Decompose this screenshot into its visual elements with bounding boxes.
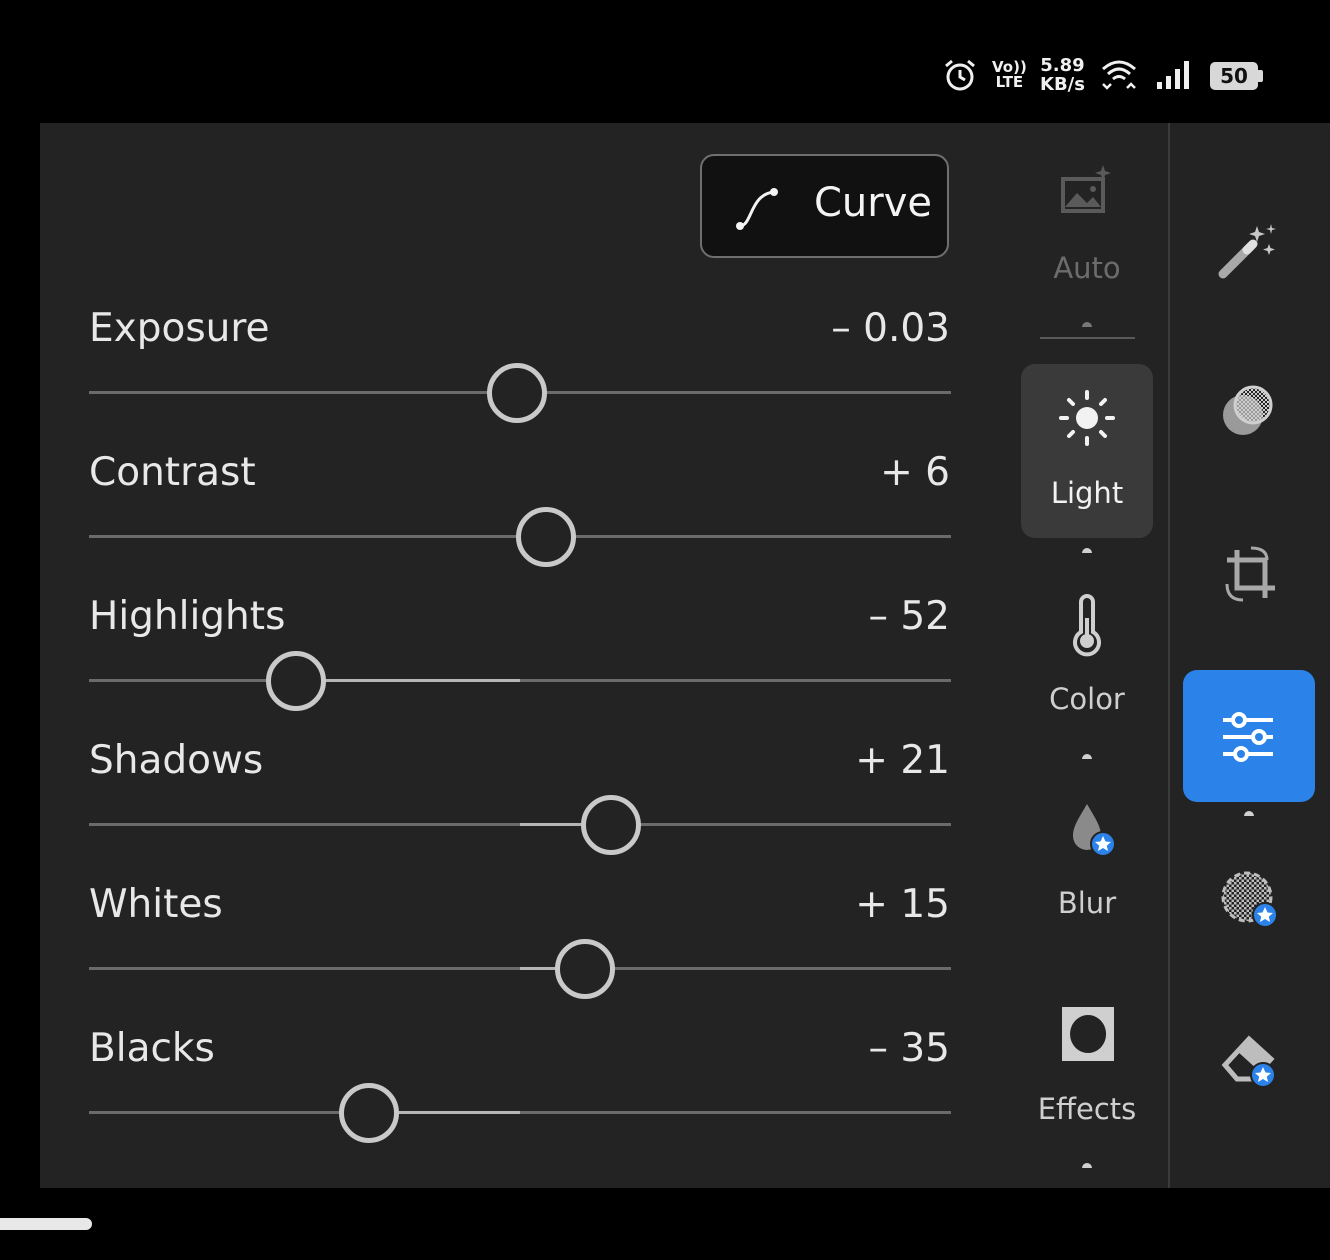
whites-label: Whites [89, 882, 223, 927]
tool-auto[interactable]: Auto [1021, 155, 1153, 295]
thermometer-icon [1073, 594, 1101, 657]
curve-button[interactable]: Curve [700, 154, 949, 258]
auto-indicator-dot [1082, 322, 1092, 327]
vignette-icon [1062, 1007, 1114, 1061]
rail-edit-sliders[interactable] [1183, 670, 1315, 802]
curve-button-label: Curve [814, 180, 933, 226]
home-indicator[interactable] [0, 1218, 92, 1230]
whites-slider-knob[interactable] [554, 939, 615, 999]
auto-divider [1040, 337, 1135, 339]
healing-premium-icon [1221, 871, 1278, 928]
highlights-value[interactable]: – 52 [868, 594, 950, 639]
network-speed: 5.89 KB/s [1040, 55, 1085, 95]
rail-active-indicator-dot [1244, 811, 1254, 816]
sun-icon [1059, 390, 1115, 446]
blacks-slider-knob[interactable] [339, 1083, 400, 1143]
contrast-label: Contrast [89, 450, 256, 495]
tool-blur[interactable]: Blur [1021, 800, 1153, 930]
contrast-value[interactable]: + 6 [880, 450, 950, 495]
highlights-label: Highlights [89, 594, 286, 639]
panel-divider [1168, 123, 1170, 1188]
eraser-premium-icon [1221, 1035, 1276, 1088]
battery-icon: 50 [1210, 62, 1258, 90]
drop-premium-icon [1073, 804, 1116, 857]
tool-color[interactable]: Color [1021, 590, 1153, 730]
effects-indicator-dot [1082, 1163, 1092, 1168]
tool-color-label: Color [1049, 682, 1125, 716]
shadows-label: Shadows [89, 738, 264, 783]
volte-indicator: Vo)) LTE [992, 58, 1027, 91]
edit-sliders-icon [1223, 712, 1273, 762]
masking-icon [1223, 385, 1273, 435]
light-indicator-dot [1082, 548, 1092, 553]
exposure-value[interactable]: – 0.03 [831, 306, 950, 351]
tool-light-label: Light [1050, 476, 1124, 510]
blacks-slider-track[interactable] [89, 1111, 951, 1114]
highlights-slider-track[interactable] [89, 679, 951, 682]
status-bar: Vo)) LTE 5.89 KB/s 50 [0, 0, 1330, 123]
whites-value[interactable]: + 15 [855, 882, 950, 927]
exposure-slider-knob[interactable] [487, 363, 548, 423]
contrast-slider-knob[interactable] [515, 507, 576, 567]
shadows-value[interactable]: + 21 [855, 738, 950, 783]
wifi-icon [1102, 60, 1136, 90]
highlights-slider-fill [295, 679, 520, 682]
rail-eraser[interactable] [1183, 995, 1315, 1127]
tool-light[interactable]: Light [1021, 364, 1153, 538]
battery-tip [1258, 70, 1263, 82]
tool-effects-label: Effects [1037, 1092, 1137, 1126]
crop-icon [1225, 546, 1275, 602]
rail-crop[interactable] [1183, 508, 1315, 640]
signal-icon [1157, 61, 1189, 89]
curve-icon [736, 188, 778, 230]
shadows-slider-knob[interactable] [580, 795, 641, 855]
battery-level: 50 [1220, 64, 1248, 88]
highlights-slider-knob[interactable] [265, 651, 326, 711]
magic-wand-icon [1218, 224, 1276, 279]
exposure-label: Exposure [89, 306, 270, 351]
tool-auto-label: Auto [1053, 251, 1121, 285]
blacks-value[interactable]: – 35 [868, 1026, 950, 1071]
color-indicator-dot [1082, 754, 1092, 759]
tool-effects[interactable]: Effects [1021, 1004, 1153, 1154]
tool-blur-label: Blur [1057, 886, 1117, 920]
rail-magic-wand[interactable] [1183, 180, 1315, 312]
blacks-label: Blacks [89, 1026, 215, 1071]
rail-masking[interactable] [1183, 345, 1315, 477]
alarm-clock-icon [945, 59, 975, 91]
auto-image-icon [1061, 165, 1111, 213]
rail-healing[interactable] [1183, 835, 1315, 967]
